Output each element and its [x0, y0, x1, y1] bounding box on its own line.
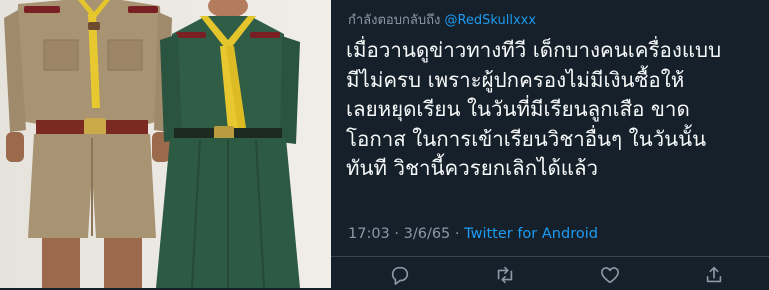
share-icon — [706, 266, 722, 283]
scout-uniform-photo — [0, 0, 331, 288]
reply-button[interactable] — [389, 264, 413, 288]
tweet-line: เลยหยุดเรียน ในวันที่มีเรียนลูกเสือ ขาด — [346, 97, 690, 121]
reply-handle-link[interactable]: @RedSkullxxx — [444, 13, 536, 28]
heart-icon — [600, 267, 620, 284]
tweet-line: มีไม่ครบ เพราะผู้ปกครองไม่มีเงินซื้อให้ — [346, 67, 685, 92]
action-bar — [331, 262, 769, 288]
retweet-icon — [497, 266, 513, 284]
reply-icon — [391, 266, 409, 285]
tweet-line: เมื่อวานดูข่าวทางทีวี เด็กบางคนเครื่องแบ… — [346, 38, 722, 62]
reply-prefix: กำลังตอบกลับถึง — [348, 13, 441, 28]
tweet-line: โอกาส ในการเข้าเรียนวิชาอื่นๆ ในวันนั้น — [346, 126, 707, 151]
retweet-button[interactable] — [494, 264, 518, 288]
girl-figure — [156, 0, 300, 288]
tweet-timestamp[interactable]: 17:03 · 3/6/65 · — [348, 226, 464, 242]
tweet-line: ทันที วิชานี้ควรยกเลิกได้แล้ว — [346, 156, 599, 180]
tweet-text: เมื่อวานดูข่าวทางทีวี เด็กบางคนเครื่องแบ… — [346, 36, 764, 184]
share-button[interactable] — [703, 264, 727, 288]
reply-context: กำลังตอบกลับถึง @RedSkullxxx — [348, 9, 536, 30]
tweet-panel: กำลังตอบกลับถึง @RedSkullxxx เมื่อวานดูข… — [331, 0, 769, 288]
tweet-photo[interactable] — [0, 0, 331, 288]
screenshot: กำลังตอบกลับถึง @RedSkullxxx เมื่อวานดูข… — [0, 0, 769, 288]
divider — [331, 256, 769, 257]
tweet-source-link[interactable]: Twitter for Android — [464, 226, 598, 242]
like-button[interactable] — [599, 264, 623, 288]
tweet-meta: 17:03 · 3/6/65 · Twitter for Android — [348, 226, 598, 242]
